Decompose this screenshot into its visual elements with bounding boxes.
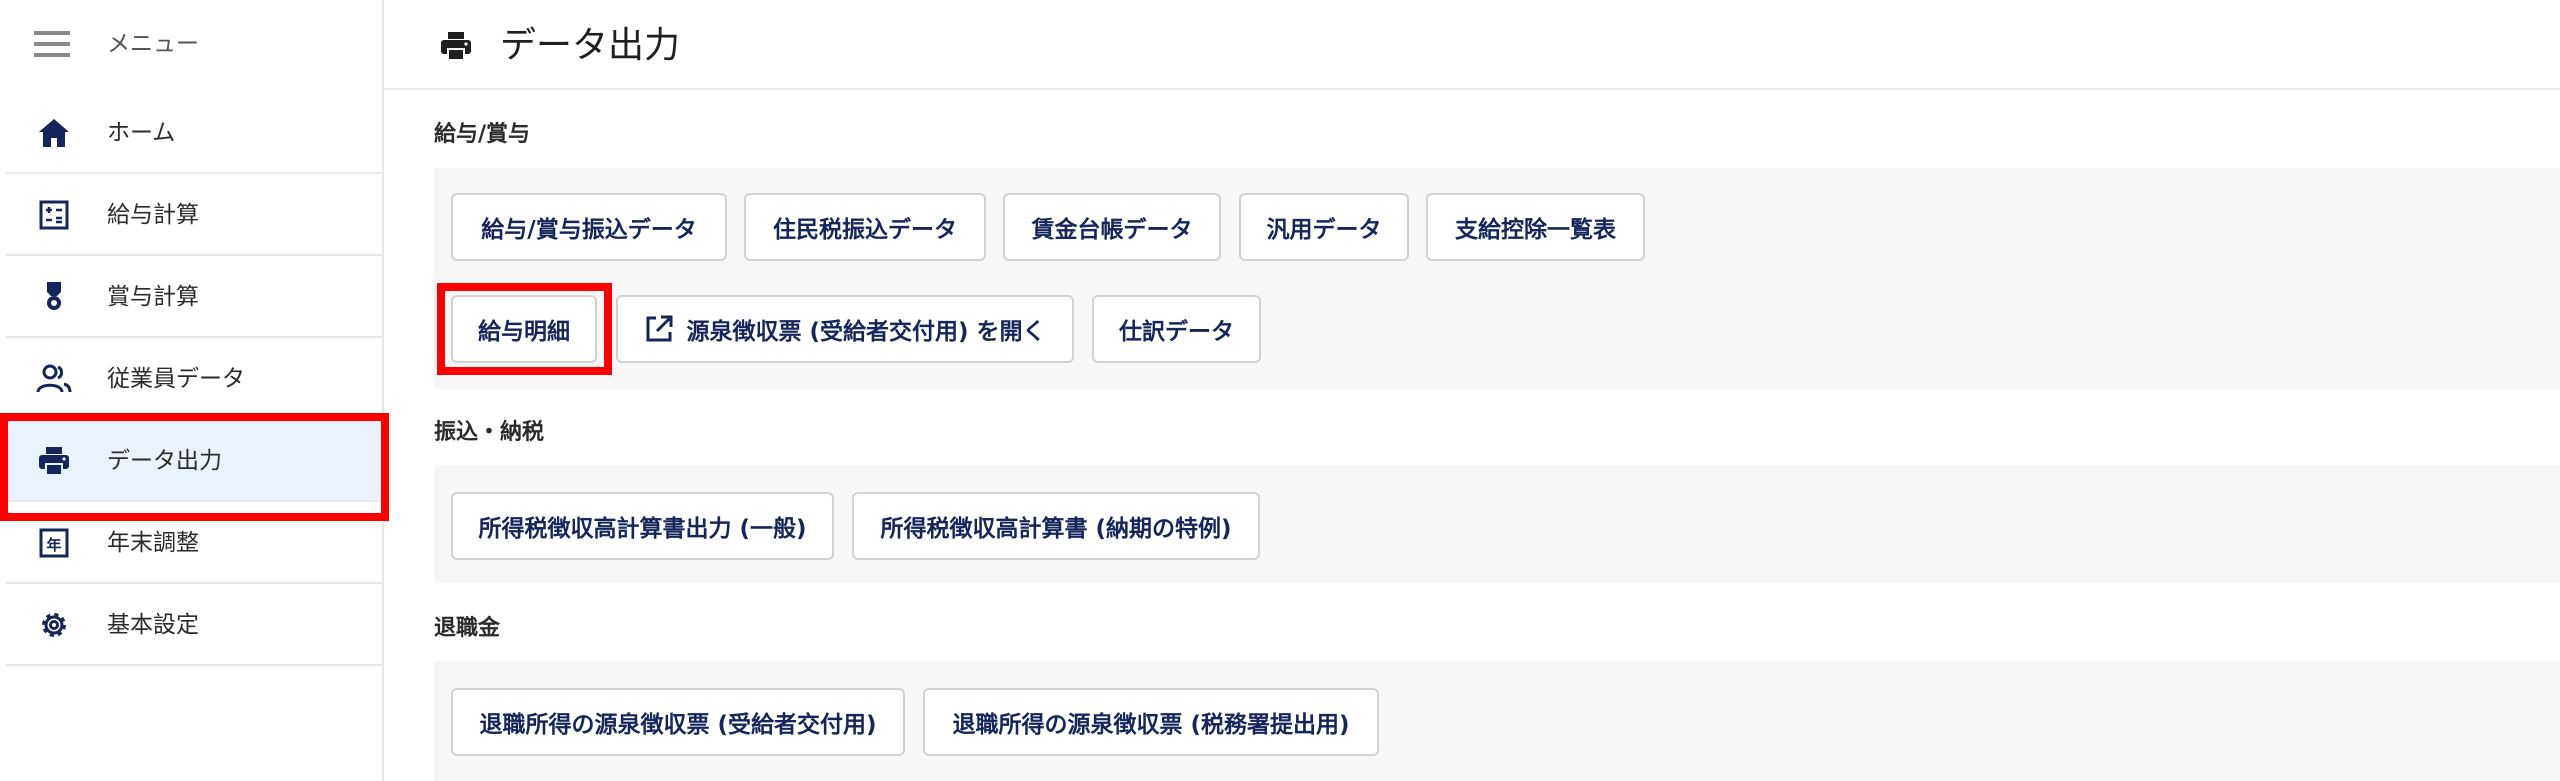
- open-external-icon: [646, 315, 673, 342]
- printer-icon: [441, 32, 471, 61]
- menu-label: メニュー: [107, 31, 199, 57]
- payslip-button[interactable]: 給与明細: [451, 295, 597, 363]
- sidebar-item-year-end[interactable]: 年 年末調整: [6, 502, 384, 584]
- hamburger-icon[interactable]: [34, 28, 70, 60]
- payment-deduction-list-button[interactable]: 支給控除一覧表: [1426, 193, 1645, 261]
- resident-tax-transfer-data-button[interactable]: 住民税振込データ: [744, 193, 986, 261]
- section-title-retirement: 退職金: [434, 616, 501, 641]
- sidebar-item-label: 年末調整: [107, 530, 199, 556]
- calculator-icon: [39, 200, 69, 230]
- home-icon: [39, 119, 69, 147]
- gear-icon: [42, 613, 66, 637]
- sidebar-item-employees[interactable]: 従業員データ: [6, 338, 384, 420]
- income-tax-statement-special-button[interactable]: 所得税徴収高計算書 (納期の特例): [852, 492, 1260, 560]
- sidebar-item-settings[interactable]: 基本設定: [6, 584, 384, 666]
- sidebar-item-home[interactable]: ホーム: [6, 92, 384, 174]
- wage-ledger-data-button[interactable]: 賃金台帳データ: [1003, 193, 1221, 261]
- sidebar-item-data-export[interactable]: データ出力: [6, 420, 384, 502]
- sidebar-item-bonus[interactable]: 賞与計算: [6, 256, 384, 338]
- people-icon: [36, 364, 72, 393]
- page-title: データ出力: [500, 25, 681, 66]
- sidebar-item-label: 従業員データ: [107, 366, 245, 392]
- journal-data-button[interactable]: 仕訳データ: [1092, 295, 1261, 363]
- sidebar-item-payroll[interactable]: 給与計算: [6, 174, 384, 256]
- sidebar-item-label: 給与計算: [107, 202, 199, 228]
- retirement-withholding-tax-office-button[interactable]: 退職所得の源泉徴収票 (税務署提出用): [923, 688, 1379, 756]
- retirement-withholding-recipient-button[interactable]: 退職所得の源泉徴収票 (受給者交付用): [451, 688, 905, 756]
- printer-icon: [39, 447, 69, 476]
- income-tax-statement-general-button[interactable]: 所得税徴収高計算書出力 (一般): [451, 492, 834, 560]
- open-withholding-slip-label: 源泉徴収票 (受給者交付用) を開く: [686, 319, 1046, 345]
- open-withholding-slip-button[interactable]: 源泉徴収票 (受給者交付用) を開く: [616, 295, 1074, 363]
- menu-toggle[interactable]: メニュー: [0, 0, 384, 88]
- sidebar-item-label: 基本設定: [107, 612, 199, 638]
- sidebar-item-label: データ出力: [107, 448, 222, 474]
- section-title-transfer-tax: 振込・納税: [434, 420, 545, 445]
- calendar-year-icon: 年: [39, 528, 69, 558]
- general-data-button[interactable]: 汎用データ: [1239, 193, 1409, 261]
- medal-icon: [47, 282, 61, 310]
- sidebar-item-label: ホーム: [107, 120, 176, 146]
- sidebar: メニュー ホーム 給与計算 賞与計算 従業員データ データ出力 年 年末調整 基…: [0, 0, 384, 781]
- section-title-salary: 給与/賞与: [434, 122, 531, 147]
- salary-bonus-transfer-data-button[interactable]: 給与/賞与振込データ: [451, 193, 727, 261]
- page-header: データ出力: [384, 0, 2560, 90]
- svg-text:年: 年: [46, 536, 61, 554]
- sidebar-item-label: 賞与計算: [107, 284, 199, 310]
